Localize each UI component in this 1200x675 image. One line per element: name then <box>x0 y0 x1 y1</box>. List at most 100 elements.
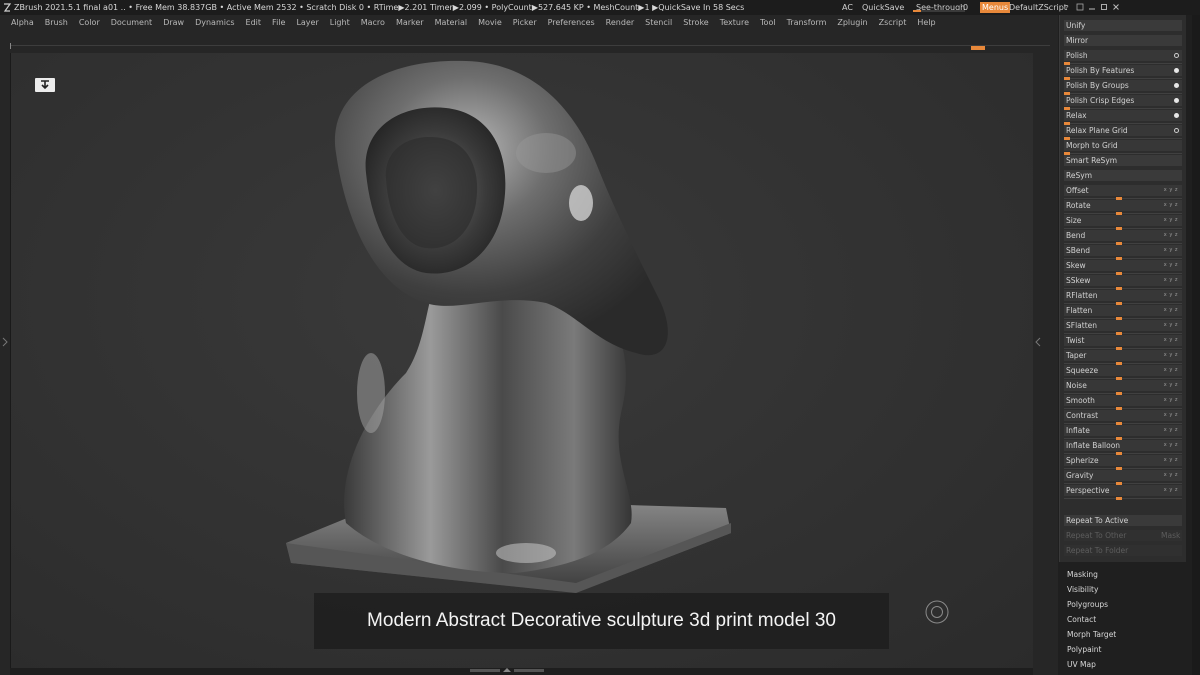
deform-bend[interactable]: Bend x y z <box>1064 229 1182 245</box>
deform-noise[interactable]: Noise x y z <box>1064 379 1182 395</box>
axis-selector[interactable]: x y z <box>1164 304 1178 316</box>
deform-perspective[interactable]: Perspective x y z <box>1064 485 1182 500</box>
axis-selector[interactable]: x y z <box>1164 319 1178 331</box>
deform-polish-by-features[interactable]: Polish By Features <box>1064 65 1182 80</box>
deform-unify[interactable]: Unify <box>1064 20 1182 32</box>
row-slider-knob[interactable] <box>1116 497 1122 500</box>
menu-zplugin[interactable]: Zplugin <box>826 15 867 31</box>
apply-dot-icon[interactable] <box>1174 113 1179 118</box>
deform-relax[interactable]: Relax <box>1064 110 1182 125</box>
deform-rotate[interactable]: Rotate x y z <box>1064 199 1182 215</box>
see-through-slider-knob[interactable] <box>913 10 921 12</box>
subpalette-contact[interactable]: Contact <box>1067 614 1096 626</box>
axis-selector[interactable]: x y z <box>1164 364 1178 376</box>
subpalette-visibility[interactable]: Visibility <box>1067 584 1098 596</box>
axis-selector[interactable]: x y z <box>1164 469 1178 481</box>
collapse-right-tray-icon[interactable] <box>1035 337 1041 347</box>
subpalette-masking[interactable]: Masking <box>1067 569 1098 581</box>
row-slider-track[interactable] <box>1064 108 1182 109</box>
deform-sbend[interactable]: SBend x y z <box>1064 244 1182 260</box>
maximize-icon[interactable] <box>1100 3 1108 11</box>
deform-resym[interactable]: ReSym <box>1064 170 1182 182</box>
expand-left-tray-icon[interactable] <box>2 337 8 347</box>
deform-size[interactable]: Size x y z <box>1064 215 1182 230</box>
row-slider-track[interactable] <box>1064 153 1182 154</box>
deform-offset[interactable]: Offset x y z <box>1064 185 1182 200</box>
menu-alpha[interactable]: Alpha <box>0 15 34 31</box>
axis-selector[interactable]: x y z <box>1164 439 1178 451</box>
bottom-tray-handle-icon[interactable] <box>470 668 544 673</box>
deform-polish[interactable]: Polish <box>1064 50 1182 65</box>
repeat-to-other-button[interactable]: Repeat To Other Mask <box>1064 530 1182 542</box>
menu-marker[interactable]: Marker <box>385 15 424 31</box>
row-slider-track[interactable] <box>1064 63 1182 64</box>
menu-zscript[interactable]: Zscript <box>868 15 907 31</box>
deform-flatten[interactable]: Flatten x y z <box>1064 304 1182 320</box>
axis-selector[interactable]: x y z <box>1164 334 1178 346</box>
toggle-ring-icon[interactable] <box>1174 128 1179 133</box>
deform-relax-plane-grid[interactable]: Relax Plane Grid <box>1064 125 1182 140</box>
deform-smooth[interactable]: Smooth x y z <box>1064 395 1182 410</box>
sculpture-model[interactable] <box>276 53 756 653</box>
navigation-gizmo-icon[interactable] <box>925 600 949 624</box>
menu-stencil[interactable]: Stencil <box>634 15 672 31</box>
menu-dynamics[interactable]: Dynamics <box>184 15 234 31</box>
axis-selector[interactable]: x y z <box>1164 259 1178 271</box>
menus-toggle[interactable]: Menus <box>980 2 1011 13</box>
axis-selector[interactable]: x y z <box>1164 454 1178 466</box>
axis-selector[interactable]: x y z <box>1164 424 1178 436</box>
axis-selector[interactable]: x y z <box>1164 229 1178 241</box>
menu-texture[interactable]: Texture <box>709 15 749 31</box>
mask-toggle[interactable]: Mask <box>1161 530 1180 542</box>
apply-dot-icon[interactable] <box>1174 83 1179 88</box>
axis-selector[interactable]: x y z <box>1164 244 1178 256</box>
repeat-to-active-button[interactable]: Repeat To Active <box>1064 515 1182 527</box>
menu-file[interactable]: File <box>261 15 285 31</box>
deform-contrast[interactable]: Contrast x y z <box>1064 410 1182 425</box>
menu-brush[interactable]: Brush <box>34 15 68 31</box>
quicksave-button[interactable]: QuickSave <box>862 0 904 15</box>
menu-stroke[interactable]: Stroke <box>672 15 709 31</box>
deform-inflate-balloon[interactable]: Inflate Balloon x y z <box>1064 439 1182 455</box>
menu-render[interactable]: Render <box>595 15 634 31</box>
menu-help[interactable]: Help <box>906 15 935 31</box>
deform-inflate[interactable]: Inflate x y z <box>1064 424 1182 440</box>
apply-dot-icon[interactable] <box>1174 98 1179 103</box>
row-slider-track[interactable] <box>1064 123 1182 124</box>
row-slider-track[interactable] <box>1064 138 1182 139</box>
deform-smart-resym[interactable]: Smart ReSym <box>1064 155 1182 167</box>
menu-picker[interactable]: Picker <box>502 15 537 31</box>
menu-tool[interactable]: Tool <box>749 15 776 31</box>
axis-selector[interactable]: x y z <box>1164 289 1178 301</box>
row-slider-track[interactable] <box>1064 93 1182 94</box>
subpalette-uv-map[interactable]: UV Map <box>1067 659 1096 671</box>
axis-selector[interactable]: x y z <box>1164 379 1178 391</box>
deform-spherize[interactable]: Spherize x y z <box>1064 454 1182 470</box>
menu-edit[interactable]: Edit <box>235 15 262 31</box>
timeline-strip[interactable] <box>0 31 1058 53</box>
deform-sskew[interactable]: SSkew x y z <box>1064 274 1182 290</box>
menu-preferences[interactable]: Preferences <box>537 15 595 31</box>
menu-color[interactable]: Color <box>68 15 100 31</box>
menu-document[interactable]: Document <box>100 15 152 31</box>
menu-draw[interactable]: Draw <box>152 15 184 31</box>
toggle-ring-icon[interactable] <box>1174 53 1179 58</box>
perspective-toggle-icon[interactable] <box>35 78 55 92</box>
deform-morph-to-grid[interactable]: Morph to Grid <box>1064 140 1182 155</box>
deform-sflatten[interactable]: SFlatten x y z <box>1064 319 1182 335</box>
axis-selector[interactable]: x y z <box>1164 349 1178 361</box>
document-viewport[interactable]: Modern Abstract Decorative sculpture 3d … <box>10 53 1033 668</box>
minimize-icon[interactable] <box>1088 3 1096 11</box>
menu-light[interactable]: Light <box>319 15 350 31</box>
ac-button[interactable]: AC <box>842 0 853 15</box>
axis-selector[interactable]: x y z <box>1164 199 1178 211</box>
deform-twist[interactable]: Twist x y z <box>1064 334 1182 350</box>
menu-macro[interactable]: Macro <box>350 15 385 31</box>
default-zscript-button[interactable]: DefaultZScript <box>1009 0 1067 15</box>
deform-rflatten[interactable]: RFlatten x y z <box>1064 289 1182 305</box>
deform-taper[interactable]: Taper x y z <box>1064 349 1182 365</box>
axis-selector[interactable]: x y z <box>1164 274 1178 286</box>
row-slider-track[interactable] <box>1064 498 1182 499</box>
layout-icon[interactable] <box>1076 3 1084 11</box>
subpalette-polygroups[interactable]: Polygroups <box>1067 599 1108 611</box>
